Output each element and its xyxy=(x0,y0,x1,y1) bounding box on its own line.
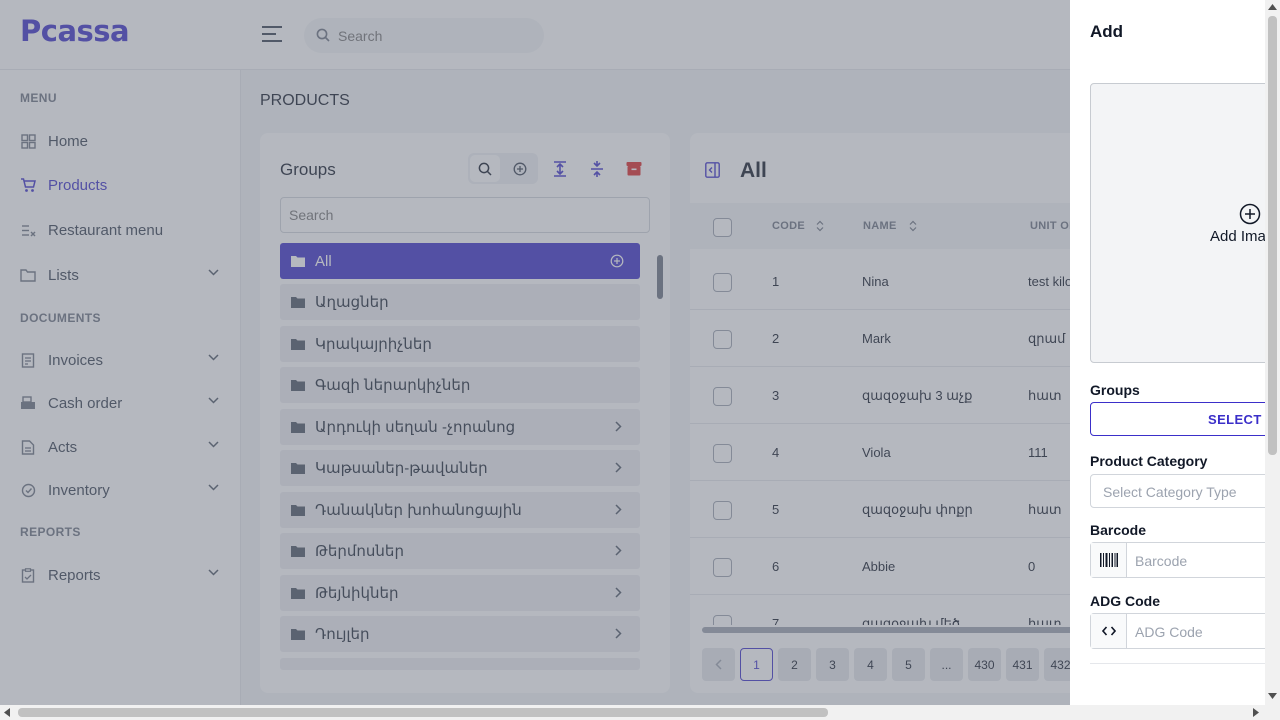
scroll-right-arrow-icon[interactable] xyxy=(1253,708,1259,717)
scrollbar-thumb[interactable] xyxy=(1268,16,1277,455)
product-category-select[interactable]: Select Category Type xyxy=(1090,474,1270,508)
groups-field-label: Groups xyxy=(1090,382,1140,398)
add-image-label: Add Image xyxy=(1210,228,1270,245)
vertical-scrollbar[interactable] xyxy=(1265,0,1280,705)
scrollbar-thumb[interactable] xyxy=(18,708,828,717)
barcode-icon xyxy=(1091,543,1127,577)
scroll-left-arrow-icon[interactable] xyxy=(4,708,10,717)
adg-code-placeholder: ADG Code xyxy=(1135,624,1203,640)
select-group-button[interactable]: SELECT P xyxy=(1090,402,1270,436)
drawer-divider xyxy=(1090,663,1270,664)
scroll-down-arrow-icon[interactable] xyxy=(1268,693,1277,699)
add-product-drawer: Add Add Image Groups SELECT P Product Ca… xyxy=(1070,0,1270,705)
image-dropzone[interactable]: Add Image xyxy=(1090,83,1270,363)
adg-code-field[interactable]: ADG Code xyxy=(1090,613,1270,649)
barcode-placeholder: Barcode xyxy=(1135,553,1188,569)
product-category-placeholder: Select Category Type xyxy=(1103,484,1237,500)
code-brackets-icon xyxy=(1091,614,1127,648)
barcode-label: Barcode xyxy=(1090,522,1147,538)
adg-code-label: ADG Code xyxy=(1090,593,1160,609)
scroll-up-arrow-icon[interactable] xyxy=(1268,4,1277,10)
plus-circle-icon xyxy=(1239,203,1261,225)
drawer-title: Add xyxy=(1090,22,1124,41)
barcode-field[interactable]: Barcode xyxy=(1090,542,1270,578)
product-category-label: Product Category xyxy=(1090,453,1208,469)
horizontal-scrollbar[interactable] xyxy=(0,705,1280,720)
select-group-label: SELECT P xyxy=(1208,412,1270,427)
